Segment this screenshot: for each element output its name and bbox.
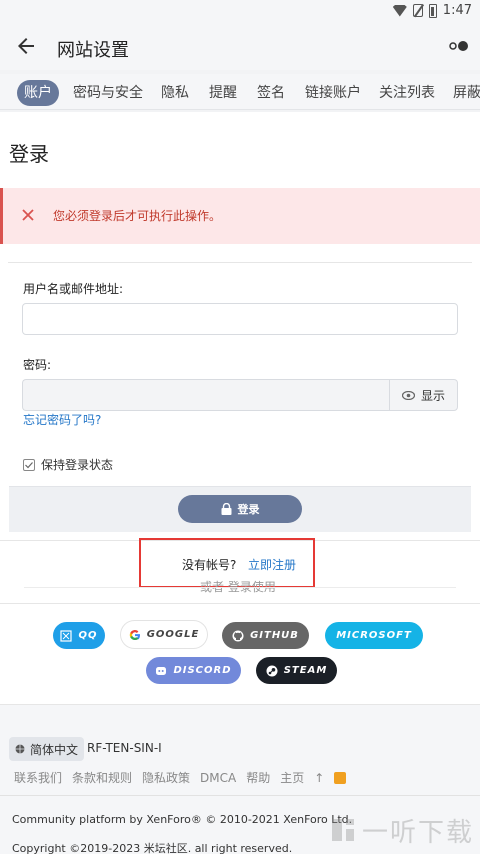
show-password-label: 显示 bbox=[420, 388, 445, 403]
login-page: 登录 您必须登录后才可执行此操作。 用户名或邮件地址: 密码: 显示 忘记密码了… bbox=[0, 112, 480, 854]
footer-link-terms[interactable]: 条款和规则 bbox=[72, 769, 132, 786]
footer-link-contact[interactable]: 联系我们 bbox=[14, 769, 62, 786]
tab-following[interactable]: 关注列表 bbox=[379, 80, 435, 106]
tab-alerts[interactable]: 提醒 bbox=[209, 80, 237, 106]
submit-row: 登录 bbox=[9, 486, 471, 532]
forgot-password-link[interactable]: 忘记密码了吗? bbox=[23, 411, 101, 428]
tab-password-security[interactable]: 密码与安全 bbox=[73, 80, 143, 106]
discord-icon bbox=[156, 666, 167, 675]
battery-icon bbox=[428, 3, 437, 18]
steam-label: STEAM bbox=[283, 665, 328, 676]
footer-link-dmca[interactable]: DMCA bbox=[200, 771, 236, 785]
tab-connected-accounts[interactable]: 链接账户 bbox=[305, 80, 361, 106]
google-icon bbox=[129, 629, 140, 640]
github-login-button[interactable]: GITHUB bbox=[222, 622, 309, 649]
footer-link-top[interactable]: ↑ bbox=[314, 771, 324, 785]
qq-icon bbox=[60, 629, 73, 642]
divider bbox=[24, 587, 456, 588]
microsoft-login-button[interactable]: MICROSOFT bbox=[325, 622, 423, 649]
github-icon bbox=[232, 630, 244, 641]
steam-login-button[interactable]: STEAM bbox=[256, 657, 337, 684]
footer-link-privacy[interactable]: 隐私政策 bbox=[142, 769, 190, 786]
status-time: 1:47 bbox=[442, 3, 472, 18]
xenforo-copyright: Community platform by XenForo® © 2010-20… bbox=[12, 813, 353, 826]
login-button[interactable]: 登录 bbox=[178, 495, 302, 523]
qq-label: QQ bbox=[78, 630, 98, 641]
divider bbox=[0, 795, 480, 796]
tab-ignoring[interactable]: 屏蔽 bbox=[453, 80, 480, 106]
tab-signature[interactable]: 签名 bbox=[257, 80, 285, 106]
footer-link-help[interactable]: 帮助 bbox=[246, 769, 270, 786]
style-chooser-link[interactable]: RF-TEN-SIN-I bbox=[87, 741, 162, 755]
divider bbox=[8, 262, 472, 263]
google-login-button[interactable]: GOOGLE bbox=[121, 621, 207, 648]
discord-label: DISCORD bbox=[173, 665, 232, 676]
status-bar: 1:47 bbox=[0, 0, 480, 24]
watermark: 一听下载 bbox=[328, 810, 478, 850]
username-input[interactable] bbox=[22, 303, 458, 335]
login-button-label: 登录 bbox=[237, 503, 260, 516]
lock-icon bbox=[221, 503, 231, 515]
username-label: 用户名或邮件地址: bbox=[23, 282, 124, 296]
watermark-logo-icon bbox=[332, 819, 354, 841]
microsoft-label: MICROSOFT bbox=[336, 630, 412, 641]
wifi-icon bbox=[392, 4, 407, 17]
remember-me-label: 保持登录状态 bbox=[41, 458, 114, 472]
tab-privacy[interactable]: 隐私 bbox=[161, 80, 189, 106]
footer-link-home[interactable]: 主页 bbox=[280, 769, 304, 786]
footer-links: 联系我们 条款和规则 隐私政策 DMCA 帮助 主页 ↑ bbox=[14, 769, 347, 786]
tab-account[interactable]: 账户 bbox=[17, 80, 59, 106]
back-arrow-icon[interactable] bbox=[14, 34, 38, 58]
eye-icon bbox=[401, 390, 415, 400]
error-message: 您必须登录后才可执行此操作。 bbox=[0, 188, 480, 244]
github-label: GITHUB bbox=[250, 630, 299, 641]
overflow-menu-icon[interactable] bbox=[448, 39, 470, 53]
close-icon bbox=[22, 209, 34, 221]
qq-login-button[interactable]: QQ bbox=[53, 622, 105, 649]
language-label: 简体中文 bbox=[30, 742, 79, 757]
divider bbox=[0, 603, 480, 604]
site-copyright: Copyright ©2019-2023 米坛社区. all right res… bbox=[12, 842, 293, 854]
no-sim-icon bbox=[412, 4, 423, 17]
settings-tabs: 账户 密码与安全 隐私 提醒 签名 链接账户 关注列表 屏蔽 bbox=[0, 74, 480, 110]
password-input[interactable] bbox=[22, 379, 390, 411]
watermark-text: 一听下载 bbox=[362, 817, 475, 848]
google-label: GOOGLE bbox=[146, 629, 200, 640]
remember-me-checkbox[interactable]: 保持登录状态 bbox=[23, 456, 113, 473]
checkbox-icon bbox=[23, 458, 35, 471]
globe-icon bbox=[15, 744, 25, 754]
register-link[interactable]: 立即注册 bbox=[248, 556, 296, 573]
language-chooser-button[interactable]: 简体中文 bbox=[9, 737, 85, 761]
app-title: 网站设置 bbox=[57, 40, 129, 61]
discord-login-button[interactable]: DISCORD bbox=[146, 657, 241, 684]
rss-icon[interactable] bbox=[334, 771, 347, 784]
page-title: 登录 bbox=[9, 142, 49, 166]
show-password-button[interactable]: 显示 bbox=[389, 379, 458, 411]
steam-icon bbox=[266, 665, 278, 676]
password-label: 密码: bbox=[23, 358, 52, 372]
no-account-text: 没有帐号? bbox=[182, 558, 237, 572]
app-bar: 网站设置 bbox=[0, 24, 480, 70]
error-text: 您必须登录后才可执行此操作。 bbox=[53, 209, 222, 223]
